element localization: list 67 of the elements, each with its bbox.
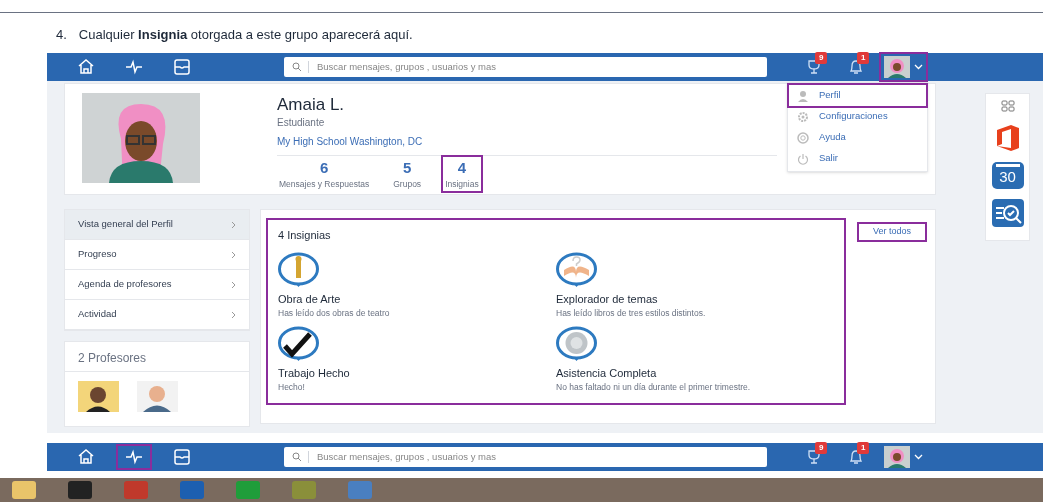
list-number: 4. <box>56 26 67 44</box>
user-avatar <box>884 56 910 78</box>
badge-name: Obra de Arte <box>278 291 342 307</box>
trophy-icon[interactable] <box>805 448 823 466</box>
power-icon <box>797 152 809 165</box>
badge-description: Has leído dos obras de teatro <box>278 307 391 320</box>
instruction-text: Cualquier Insignia otorgada a este grupo aparecerá aquí. <box>78 26 413 44</box>
view-all-link[interactable]: Ver todos <box>857 222 928 242</box>
search-icon <box>292 452 302 462</box>
notification-count: 1 <box>857 52 870 64</box>
search-input[interactable]: Buscar mensajes, grupos , usuarios y mas <box>317 59 757 75</box>
stat-value[interactable]: 4 <box>457 159 467 178</box>
chevron-right-icon <box>231 220 236 229</box>
chevron-right-icon <box>231 310 236 319</box>
profile-name: Amaia L. <box>277 94 346 116</box>
badge-name: Explorador de temas <box>556 291 659 307</box>
stat-value[interactable]: 6 <box>319 159 329 178</box>
bell-icon[interactable] <box>847 58 865 76</box>
user-icon <box>797 89 809 102</box>
stat-value[interactable]: 5 <box>403 159 412 178</box>
badge-description: Hecho! <box>278 381 306 394</box>
book-badge-icon <box>556 251 597 288</box>
bell-icon[interactable] <box>847 448 865 466</box>
notification-count: 9 <box>815 52 828 64</box>
user-avatar <box>884 446 910 468</box>
tray-icon[interactable] <box>172 447 192 467</box>
tray-icon[interactable] <box>172 57 192 77</box>
chevron-down-icon <box>914 454 923 460</box>
badge-name: Asistencia Completa <box>556 365 658 381</box>
chevron-right-icon <box>231 250 236 259</box>
stat-label[interactable]: Insignias <box>445 178 479 191</box>
settings-icon <box>797 110 809 123</box>
sidebar-item[interactable]: Vista general del Perfil <box>65 210 249 240</box>
home-icon[interactable] <box>76 447 96 467</box>
badge-name: Trabajo Hecho <box>278 365 351 381</box>
user-menu-button[interactable] <box>881 54 926 80</box>
teacher-avatar[interactable] <box>78 381 119 412</box>
stat-label[interactable]: Grupos <box>393 178 422 191</box>
menu-item[interactable]: Ayuda <box>789 127 926 148</box>
search-input[interactable]: Buscar mensajes, grupos , usuarios y mas <box>317 449 757 465</box>
badges-title: 4 Insignias <box>278 228 332 243</box>
chevron-down-icon <box>914 64 923 70</box>
school-link[interactable]: My High School Washington, DC <box>277 134 777 150</box>
medal-badge-icon <box>556 325 597 362</box>
app-grid-icon[interactable] <box>1000 100 1015 112</box>
profile-role: Estudiante <box>277 116 326 131</box>
home-icon[interactable] <box>76 57 96 77</box>
chevron-right-icon <box>231 280 236 289</box>
statue-badge-icon <box>278 251 319 288</box>
notification-count: 1 <box>857 442 870 454</box>
lifebuoy-icon <box>797 131 809 144</box>
stat-label[interactable]: Mensajes y Respuestas <box>279 178 370 191</box>
checkmark-badge-icon <box>278 325 319 362</box>
badge-description: Has leído libros de tres estilos distintos. <box>556 307 707 320</box>
calendar-app-icon[interactable]: 30 <box>990 160 1025 190</box>
menu-item[interactable]: Salir <box>789 148 926 169</box>
teacher-avatar[interactable] <box>137 381 178 412</box>
notification-count: 9 <box>815 442 828 454</box>
menu-item[interactable]: Perfil <box>789 85 926 106</box>
search-field[interactable]: Buscar mensajes, grupos , usuarios y mas <box>284 447 767 467</box>
search-field[interactable]: Buscar mensajes, grupos , usuarios y mas <box>284 57 767 77</box>
badge-description: No has faltado ni un día durante el primer trimestre. <box>556 381 752 394</box>
search-check-app-icon[interactable] <box>990 198 1025 228</box>
teachers-title: 2 Profesores <box>65 342 249 372</box>
menu-item[interactable]: Configuraciones <box>789 106 926 127</box>
search-icon <box>292 62 302 72</box>
trophy-icon[interactable] <box>805 58 823 76</box>
